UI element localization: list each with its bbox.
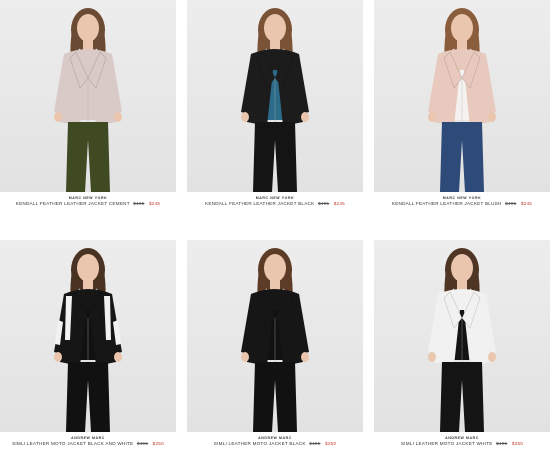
original-price: $495 — [505, 201, 517, 206]
product-card[interactable]: ANDREW MARC SIMLI LEATHER MOTO JACKET WH… — [374, 240, 550, 446]
product-title-price[interactable]: SIMLI LEATHER MOTO JACKET BLACK $495 $25… — [187, 441, 363, 446]
model-figure — [54, 248, 122, 432]
product-card[interactable]: ANDREW MARC SIMLI LEATHER MOTO JACKET BL… — [187, 240, 363, 446]
product-title-price[interactable]: SIMLI LEATHER MOTO JACKET BLACK AND WHIT… — [0, 441, 176, 446]
model-figure — [241, 248, 309, 432]
model-figure — [428, 248, 496, 432]
original-price: $495 — [317, 201, 330, 206]
product-meta: MARC NEW YORK KENDALL FEATHER LEATHER JA… — [187, 192, 363, 206]
sale-price: $245 — [520, 201, 533, 206]
model-figure — [241, 8, 309, 192]
product-card[interactable]: MARC NEW YORK KENDALL FEATHER LEATHER JA… — [0, 0, 176, 206]
sale-price: $250 — [325, 441, 337, 446]
product-name[interactable]: KENDALL FEATHER LEATHER JACKET BLACK — [205, 201, 314, 206]
sale-price: $250 — [152, 441, 164, 446]
product-title-price[interactable]: KENDALL FEATHER LEATHER JACKET BLUSH $49… — [374, 201, 550, 206]
sale-price: $245 — [333, 201, 345, 206]
product-meta: ANDREW MARC SIMLI LEATHER MOTO JACKET WH… — [374, 432, 550, 446]
product-image[interactable] — [187, 240, 363, 432]
sale-price: $245 — [148, 201, 161, 206]
product-meta: MARC NEW YORK KENDALL FEATHER LEATHER JA… — [374, 192, 550, 206]
original-price: $495 — [136, 441, 149, 446]
product-card[interactable]: MARC NEW YORK KENDALL FEATHER LEATHER JA… — [374, 0, 550, 206]
sale-price: $250 — [511, 441, 524, 446]
product-image[interactable] — [0, 0, 176, 192]
product-name[interactable]: SIMLI LEATHER MOTO JACKET WHITE — [401, 441, 493, 446]
product-image[interactable] — [187, 0, 363, 192]
original-price: $495 — [133, 201, 145, 206]
model-figure — [54, 8, 122, 192]
product-card[interactable]: ANDREW MARC SIMLI LEATHER MOTO JACKET BL… — [0, 240, 176, 446]
product-meta: ANDREW MARC SIMLI LEATHER MOTO JACKET BL… — [0, 432, 176, 446]
product-image[interactable] — [374, 240, 550, 432]
product-name[interactable]: SIMLI LEATHER MOTO JACKET BLACK AND WHIT… — [12, 441, 133, 446]
product-title-price[interactable]: SIMLI LEATHER MOTO JACKET WHITE $495 $25… — [374, 441, 550, 446]
product-title-price[interactable]: KENDALL FEATHER LEATHER JACKET BLACK $49… — [187, 201, 363, 206]
product-title-price[interactable]: KENDALL FEATHER LEATHER JACKET CEMENT $4… — [0, 201, 176, 206]
product-image[interactable] — [0, 240, 176, 432]
product-card[interactable]: MARC NEW YORK KENDALL FEATHER LEATHER JA… — [187, 0, 363, 206]
original-price: $495 — [496, 441, 508, 446]
product-meta: ANDREW MARC SIMLI LEATHER MOTO JACKET BL… — [187, 432, 363, 446]
product-name[interactable]: SIMLI LEATHER MOTO JACKET BLACK — [214, 441, 306, 446]
product-meta: MARC NEW YORK KENDALL FEATHER LEATHER JA… — [0, 192, 176, 206]
original-price: $495 — [309, 441, 321, 446]
product-name[interactable]: KENDALL FEATHER LEATHER JACKET BLUSH — [392, 201, 502, 206]
product-name[interactable]: KENDALL FEATHER LEATHER JACKET CEMENT — [16, 201, 130, 206]
model-figure — [428, 8, 496, 192]
product-image[interactable] — [374, 0, 550, 192]
